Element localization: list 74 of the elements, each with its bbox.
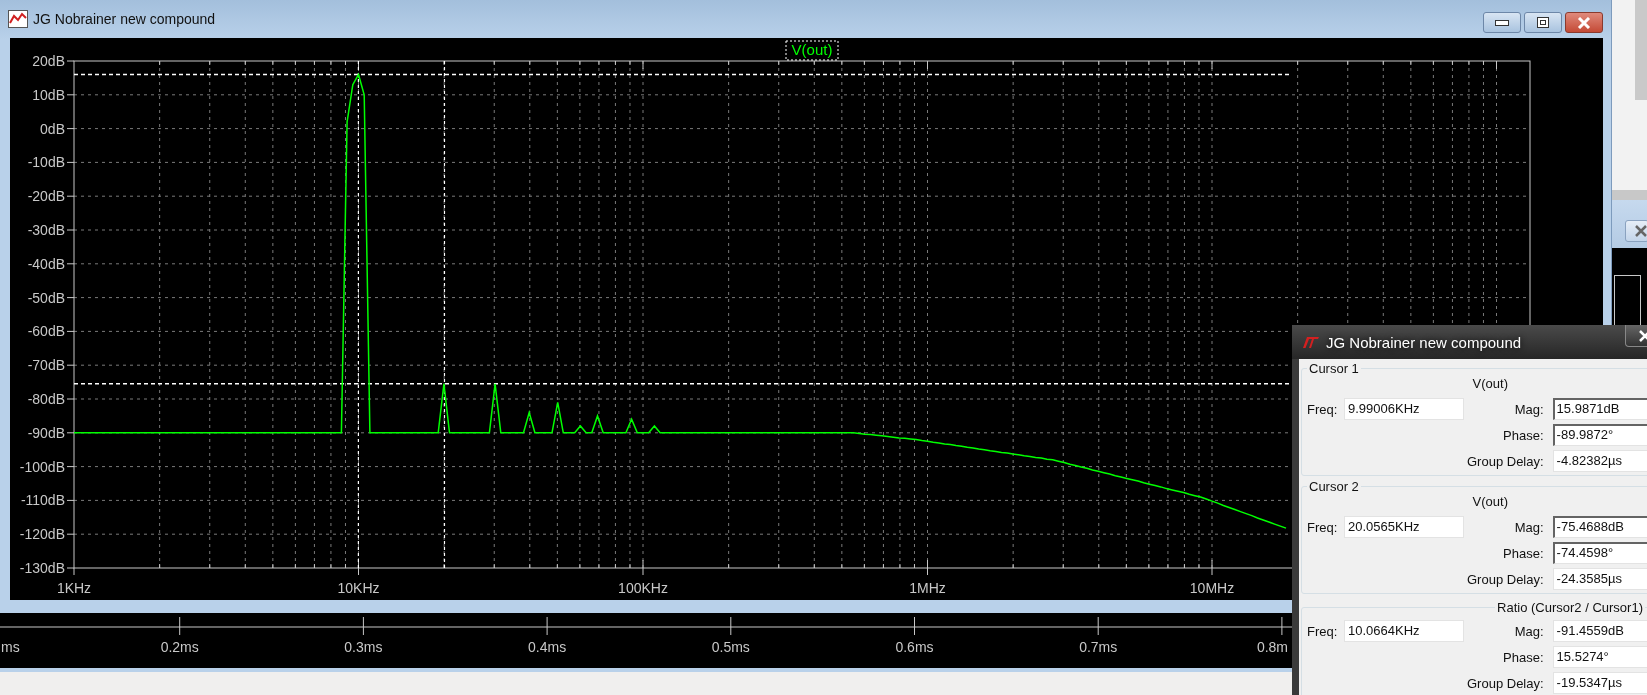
close-icon xyxy=(1634,225,1647,237)
time-axis-label: 0.5ms xyxy=(711,639,750,655)
close-icon xyxy=(1577,16,1591,29)
y-axis-label: -10dB xyxy=(27,154,65,171)
y-axis-label: -20dB xyxy=(27,188,65,205)
minimize-icon xyxy=(1495,19,1509,26)
field-label: Group Delay: xyxy=(1467,571,1545,587)
freq-field[interactable]: 20.0565KHz xyxy=(1344,516,1464,538)
y-axis-label: -40dB xyxy=(27,255,65,272)
y-axis-label: -130dB xyxy=(19,560,65,576)
window-title: JG Nobrainer new compound xyxy=(1326,333,1522,351)
mag-field[interactable]: -75.4688dB xyxy=(1552,516,1647,538)
close-button[interactable] xyxy=(1565,12,1603,33)
time-axis-label: 0.4ms xyxy=(528,639,567,655)
field-label: Phase: xyxy=(1502,545,1545,561)
cursor-line[interactable] xyxy=(443,60,446,569)
x-axis-label: 10KHz xyxy=(337,580,380,596)
x-axis-label: 10MHz xyxy=(1189,580,1235,596)
time-axis-label: 0.3ms xyxy=(344,639,383,655)
scrollbar[interactable] xyxy=(1635,0,1647,100)
mag-field[interactable]: -91.4559dB xyxy=(1552,620,1647,642)
field-label: Freq: xyxy=(1307,401,1339,417)
time-axis-label: 0.2ms xyxy=(160,639,199,655)
field-label: Freq: xyxy=(1307,519,1339,535)
y-axis-label: -80dB xyxy=(27,391,65,407)
maximize-button[interactable] xyxy=(1524,12,1562,33)
freq-field[interactable]: 10.0664KHz xyxy=(1344,620,1464,642)
x-axis-label: 1KHz xyxy=(56,580,92,596)
time-axis-label: 0.8m xyxy=(1256,639,1288,655)
phase-field[interactable]: -89.9872° xyxy=(1552,424,1647,446)
logo-icon xyxy=(1302,335,1320,349)
field-label: Phase: xyxy=(1502,649,1545,665)
group-delay-field[interactable]: -19.5347µs xyxy=(1552,672,1647,694)
x-axis-label: 1MHz xyxy=(909,580,946,596)
cursor-line[interactable] xyxy=(73,73,1291,76)
mag-field[interactable]: 15.9871dB xyxy=(1552,398,1647,420)
y-axis-label: 20dB xyxy=(32,53,65,69)
group-delay-field[interactable]: -4.82382µs xyxy=(1552,450,1647,472)
field-label: Freq: xyxy=(1307,623,1339,639)
minimize-button[interactable] xyxy=(1483,12,1521,33)
trace-name: V(out) xyxy=(1471,495,1509,509)
window-title: JG Nobrainer new compound xyxy=(33,11,216,27)
y-axis-label: -100dB xyxy=(19,458,65,475)
field-label: Mag: xyxy=(1513,401,1545,417)
y-axis-label: -110dB xyxy=(20,492,65,509)
freq-field[interactable]: 9.99006KHz xyxy=(1344,398,1464,420)
phase-field[interactable]: -74.4598° xyxy=(1552,542,1647,564)
time-axis-label: 0.7ms xyxy=(1079,639,1118,655)
field-label: Group Delay: xyxy=(1467,453,1545,469)
y-axis-label: -60dB xyxy=(27,323,65,340)
y-axis-label: 0dB xyxy=(40,120,65,137)
cursor-line[interactable] xyxy=(357,60,359,569)
cursor-line[interactable] xyxy=(73,382,1291,385)
y-axis-label: 10dB xyxy=(32,86,65,103)
x-axis-label: 100KHz xyxy=(618,580,668,596)
maximize-icon xyxy=(1537,17,1549,28)
y-axis-label: -120dB xyxy=(19,526,65,543)
trace-name: V(out) xyxy=(1471,377,1509,391)
y-axis-label: -50dB xyxy=(27,289,65,306)
field-label: Mag: xyxy=(1513,519,1545,535)
group-heading: Ratio (Cursor2 / Cursor1) xyxy=(1495,600,1645,616)
trace-label[interactable]: V(out) xyxy=(785,40,839,61)
time-axis-label: 0.6ms xyxy=(895,639,934,655)
y-axis-label: -70dB xyxy=(27,357,65,374)
y-axis-label: -90dB xyxy=(27,424,65,441)
group-delay-field[interactable]: -24.3585µs xyxy=(1552,568,1647,590)
y-axis-label: -30dB xyxy=(27,222,65,238)
window-frame xyxy=(1612,190,1647,200)
field-label: Mag: xyxy=(1513,623,1545,639)
field-label: Group Delay: xyxy=(1467,675,1545,691)
field-label: Phase: xyxy=(1502,427,1545,443)
phase-field[interactable]: 15.5274° xyxy=(1552,646,1647,668)
time-axis-label: ms xyxy=(1,639,20,655)
waveform-icon xyxy=(8,10,28,28)
